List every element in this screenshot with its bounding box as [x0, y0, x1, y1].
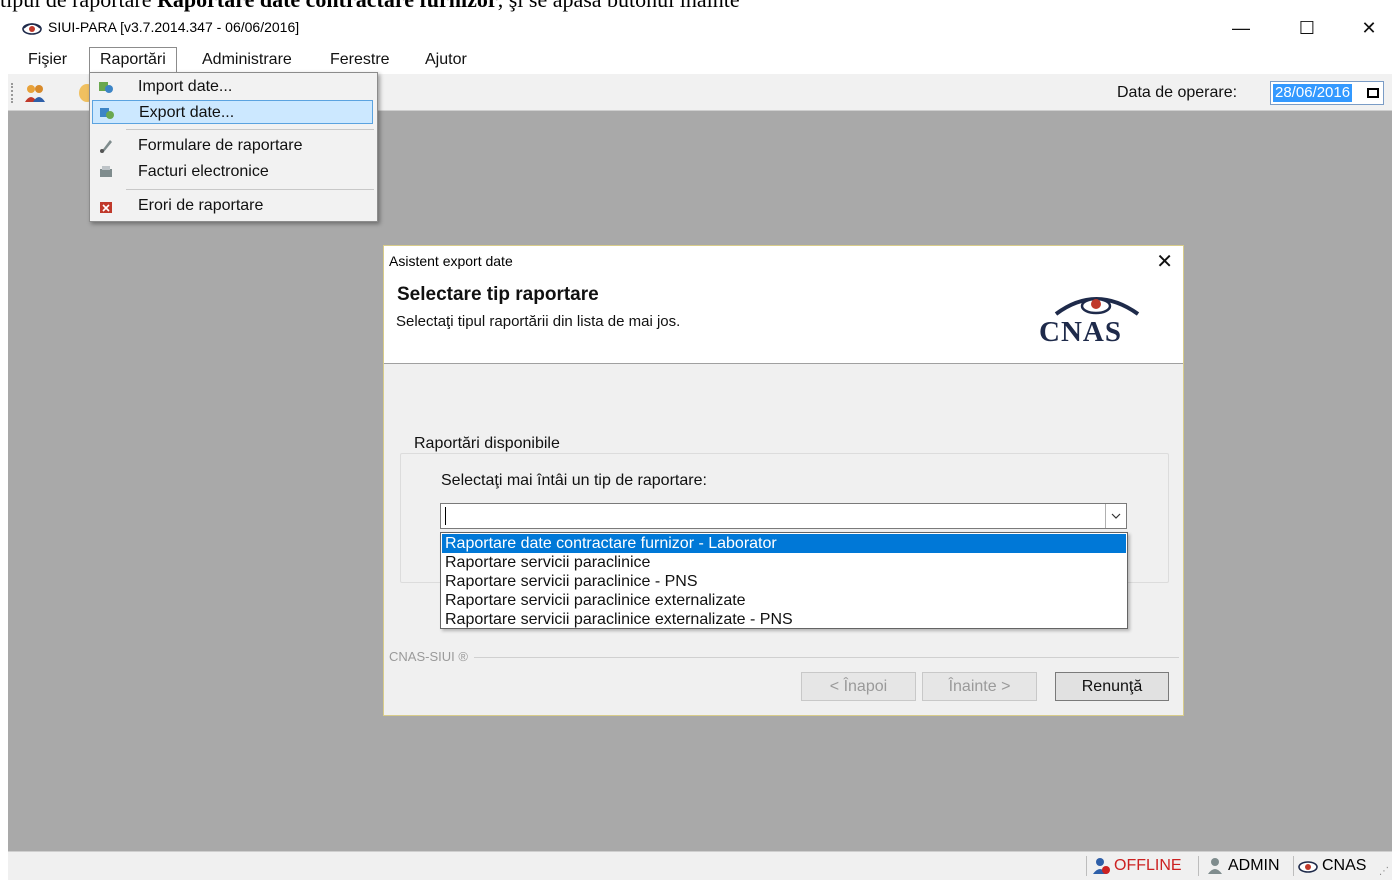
title-bar: SIUI-PARA [v3.7.2014.347 - 06/06/2016] —…: [8, 12, 1392, 44]
menu-item-facturi-electronice[interactable]: Facturi electronice: [92, 160, 373, 184]
menu-separator: [126, 129, 374, 130]
wizard-step-heading: Selectare tip raportare: [397, 284, 599, 305]
next-button[interactable]: Înainte >: [922, 672, 1037, 701]
option-servicii-paraclinice-pns[interactable]: Raportare servicii paraclinice - PNS: [442, 572, 1126, 591]
status-org: CNAS: [1298, 857, 1366, 875]
status-separator: [1086, 856, 1087, 876]
menu-item-import-date[interactable]: Import date...: [92, 75, 373, 99]
status-offline: OFFLINE: [1092, 857, 1182, 875]
back-button[interactable]: < Înapoi: [801, 672, 916, 701]
user-label: ADMIN: [1228, 857, 1280, 874]
operation-date-label: Data de operare:: [1117, 84, 1238, 101]
menu-separator: [126, 189, 374, 190]
dialog-header: Asistent export date ✕ Selectare tip rap…: [384, 246, 1183, 364]
resize-grip-icon[interactable]: ⋰: [1379, 866, 1389, 877]
export-icon: [100, 108, 114, 119]
application-window: SIUI-PARA [v3.7.2014.347 - 06/06/2016] —…: [8, 12, 1392, 880]
menu-raportari[interactable]: Raportări: [89, 47, 177, 72]
menu-item-label: Erori de raportare: [138, 197, 264, 214]
report-type-label: Selectaţi mai întâi un tip de raportare:: [441, 472, 707, 489]
doc-text-suffix: , şi se apasă butonul înainte: [498, 0, 740, 12]
group-title: Raportări disponibile: [412, 435, 562, 453]
text-caret: [445, 507, 446, 525]
option-servicii-paraclinice-externalizate[interactable]: Raportare servicii paraclinice externali…: [442, 591, 1126, 610]
menu-item-label: Facturi electronice: [138, 163, 269, 180]
document-text-line: tipul de raportare Raportare date contra…: [0, 0, 1392, 12]
toolbar-grip[interactable]: [11, 83, 16, 103]
close-button[interactable]: ✕: [1346, 12, 1392, 44]
status-separator: [1293, 856, 1294, 876]
doc-text-prefix: tipul de raportare: [0, 0, 157, 12]
wizard-step-subheading: Selectaţi tipul raportării din lista de …: [396, 313, 681, 330]
minimize-button[interactable]: —: [1218, 12, 1264, 44]
report-type-combobox[interactable]: [440, 503, 1127, 529]
forms-icon: [100, 140, 112, 153]
offline-label: OFFLINE: [1114, 857, 1182, 874]
users-icon[interactable]: [24, 82, 46, 104]
import-icon: [99, 82, 113, 93]
user-icon: [1208, 858, 1222, 874]
cancel-button[interactable]: Renunţă: [1055, 672, 1169, 701]
calendar-button-icon[interactable]: [1367, 88, 1379, 98]
option-servicii-paraclinice[interactable]: Raportare servicii paraclinice: [442, 553, 1126, 572]
error-icon: [100, 202, 112, 213]
option-contractare-furnizor-laborator[interactable]: Raportare date contractare furnizor - La…: [442, 534, 1126, 553]
status-user: ADMIN: [1206, 857, 1280, 875]
menu-administrare[interactable]: Administrare: [202, 51, 292, 69]
chevron-down-icon[interactable]: [1105, 504, 1126, 528]
menu-item-formulare-raportare[interactable]: Formulare de raportare: [92, 134, 373, 158]
report-type-options-list: Raportare date contractare furnizor - La…: [440, 532, 1128, 629]
dialog-close-icon[interactable]: ✕: [1156, 249, 1173, 274]
cnas-logo-text: CNAS: [1039, 316, 1122, 348]
raportari-dropdown-menu: Import date... Export date... Formulare …: [89, 72, 378, 222]
menu-ferestre[interactable]: Ferestre: [330, 51, 390, 69]
footer-brand: CNAS-SIUI ®: [389, 649, 474, 664]
dialog-title: Asistent export date: [389, 253, 513, 269]
menu-item-label: Export date...: [139, 104, 235, 121]
menu-fisier[interactable]: Fişier: [28, 51, 67, 69]
window-title: SIUI-PARA [v3.7.2014.347 - 06/06/2016]: [48, 19, 300, 35]
invoice-icon: [100, 166, 112, 177]
status-separator: [1198, 856, 1199, 876]
operation-date-field[interactable]: 28/06/2016: [1270, 81, 1384, 105]
operation-date-value: 28/06/2016: [1273, 84, 1353, 102]
status-bar: OFFLINE ADMIN CNAS ⋰: [8, 851, 1392, 880]
maximize-button[interactable]: ☐: [1284, 12, 1330, 44]
option-servicii-paraclinice-externalizate-pns[interactable]: Raportare servicii paraclinice externali…: [442, 610, 1126, 629]
org-label: CNAS: [1322, 857, 1367, 874]
menu-item-label: Formulare de raportare: [138, 137, 303, 154]
menu-bar: Fişier Raportări Administrare Ferestre A…: [8, 44, 1392, 74]
footer-divider: [389, 657, 1179, 658]
doc-text-bold: Raportare date contractare furnizor: [157, 0, 498, 12]
menu-item-erori-raportare[interactable]: Erori de raportare: [92, 194, 373, 218]
cnas-eye-icon: [22, 23, 42, 35]
menu-item-label: Import date...: [138, 78, 233, 95]
export-wizard-dialog: Asistent export date ✕ Selectare tip rap…: [383, 245, 1184, 716]
menu-ajutor[interactable]: Ajutor: [425, 51, 467, 69]
offline-user-icon: [1093, 858, 1110, 874]
cnas-eye-icon: [1298, 861, 1318, 873]
menu-item-export-date[interactable]: Export date...: [92, 100, 373, 124]
